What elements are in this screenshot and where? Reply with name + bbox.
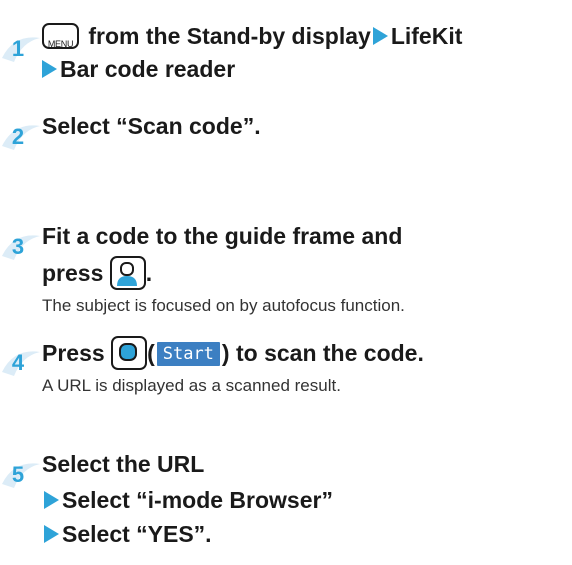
step-5-badge: 5: [0, 454, 46, 490]
arrow-right-icon: [42, 60, 57, 78]
step-4-badge: 4: [0, 342, 46, 378]
arrow-right-icon: [44, 525, 59, 543]
arrow-right-icon: [44, 491, 59, 509]
step-5-number: 5: [11, 462, 25, 487]
camera-shutter-key-icon: [109, 256, 146, 290]
step-3-line-2: press .: [42, 256, 153, 292]
start-softkey-label: Start: [156, 342, 220, 367]
step-1-badge: 1: [0, 28, 46, 64]
step-4-text: ) to scan the code.: [221, 340, 424, 367]
step-2-number: 2: [11, 124, 25, 149]
step-2-badge: 2: [0, 116, 46, 152]
step-5-line-3: Select “YES”.: [42, 520, 212, 548]
step-1-line-1: MENU from the Stand-by display LifeKit: [42, 22, 462, 51]
step-3-press-text: press: [42, 260, 110, 287]
step-4-line-1: Press (Start) to scan the code.: [42, 336, 424, 372]
step-2-text: Select “Scan code”.: [42, 113, 261, 139]
step-5-select-browser: Select “i-mode Browser”: [62, 487, 333, 513]
arrow-right-icon: [372, 27, 388, 45]
step-3-period: .: [145, 260, 153, 287]
step-1-line-2: Bar code reader: [42, 55, 235, 83]
center-key-icon: [111, 336, 148, 370]
step-5-select-yes: Select “YES”.: [62, 521, 212, 547]
step-4-paren-open: (: [147, 340, 155, 367]
menu-key-label: MENU: [47, 38, 74, 49]
step-1-menu-lifekit: LifeKit: [390, 23, 463, 49]
step-3-number: 3: [11, 234, 25, 259]
step-3-note: The subject is focused on by autofocus f…: [42, 296, 405, 315]
step-4-press-text: Press: [42, 340, 112, 367]
step-1-text: from the Stand-by display: [82, 23, 371, 49]
menu-key-icon: MENU: [42, 22, 79, 49]
step-4-number: 4: [11, 350, 25, 375]
step-3-badge: 3: [0, 226, 46, 262]
step-3-line-1: Fit a code to the guide frame and: [42, 223, 403, 249]
step-1-menu-bar-code-reader: Bar code reader: [60, 56, 236, 82]
step-4-note: A URL is displayed as a scanned result.: [42, 376, 341, 395]
step-1-number: 1: [11, 36, 25, 61]
step-5-line-1: Select the URL: [42, 451, 205, 477]
step-5-line-2: Select “i-mode Browser”: [42, 486, 333, 514]
